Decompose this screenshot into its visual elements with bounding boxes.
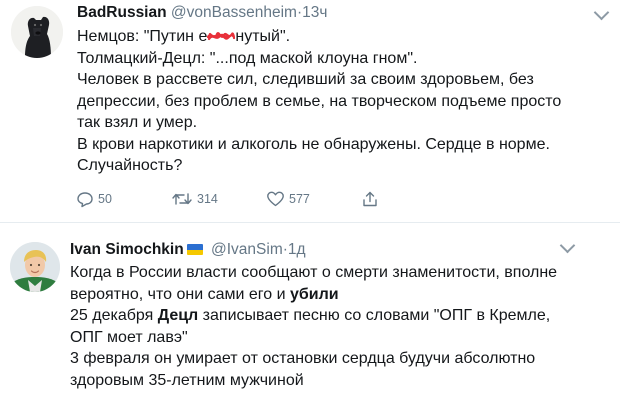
timestamp[interactable]: 13ч xyxy=(302,4,327,21)
text-fragment: нутый". xyxy=(235,28,291,45)
reply-button[interactable]: 50 xyxy=(76,190,112,208)
timestamp[interactable]: 1д xyxy=(288,241,306,258)
bold-text: убили xyxy=(289,285,339,303)
text-line: здоровым 35-летним мужчиной xyxy=(70,371,304,389)
text-line: Толмацкий-Децл: "...под маской клоуна гн… xyxy=(77,49,418,67)
avatar-dog[interactable] xyxy=(11,6,63,58)
retweet-button[interactable]: 314 xyxy=(171,190,218,208)
tweet-text: Немцов: "Путин е нутый". Толмацкий-Децл: … xyxy=(77,26,612,177)
reply-icon xyxy=(76,190,94,208)
text-line: Человек в рассвете сил, следивший за сво… xyxy=(77,71,534,88)
share-button[interactable] xyxy=(361,190,379,208)
chevron-down-icon[interactable] xyxy=(593,4,610,21)
tweet-ivan-simochkin[interactable]: Ivan Simochkin @IvanSim·1д Когда в Росси… xyxy=(0,222,620,403)
reply-count: 50 xyxy=(98,192,112,206)
author-handle[interactable]: @vonBassenheim xyxy=(171,4,297,21)
censor-scribble xyxy=(207,28,236,44)
text-line: депрессии, без проблем в семье, на творч… xyxy=(77,92,562,110)
retweet-icon xyxy=(171,190,193,208)
text-fragment: записывает песню со словами "ОПГ в Кремл… xyxy=(198,307,551,324)
text-line: Немцов: "Путин е нутый". xyxy=(77,26,612,48)
retweet-count: 314 xyxy=(197,192,218,206)
text-line: ОПГ моет лавэ" xyxy=(70,328,188,346)
text-line: Когда в России власти сообщают о смерти … xyxy=(70,264,558,281)
text-line: так взял и умер. xyxy=(77,114,198,131)
text-line: 3 февраля он умирает от остановки сердца… xyxy=(70,350,536,367)
tweet-badrussian[interactable]: BadRussian @vonBassenheim·13ч Немцов: "П… xyxy=(0,0,620,222)
text-fragment: Немцов: "Путин е xyxy=(77,28,208,45)
tweet-header: BadRussian @vonBassenheim·13ч xyxy=(77,4,327,22)
text-line: Случайность? xyxy=(77,157,183,174)
ukraine-flag-icon xyxy=(186,244,203,255)
heart-icon xyxy=(266,190,285,208)
text-line: вероятно, что они сами его и убили xyxy=(70,284,610,306)
bold-text: Децл xyxy=(157,307,199,324)
avatar-person[interactable] xyxy=(10,242,60,292)
text-line: В крови наркотики и алкоголь не обнаруже… xyxy=(77,135,550,153)
tweet-text: Когда в России власти сообщают о смерти … xyxy=(70,262,610,391)
text-line: 25 декабря Децл записывает песню со слов… xyxy=(70,305,610,327)
author-handle[interactable]: @IvanSim xyxy=(211,241,283,258)
share-icon xyxy=(361,190,379,208)
text-fragment: вероятно, что они сами его и xyxy=(70,285,290,303)
tweet-actions: 50 314 577 xyxy=(76,190,396,210)
like-count: 577 xyxy=(289,192,310,206)
like-button[interactable]: 577 xyxy=(266,190,310,208)
tweet-header: Ivan Simochkin @IvanSim·1д xyxy=(70,241,306,259)
text-fragment: 25 декабря xyxy=(70,307,158,324)
author-name[interactable]: Ivan Simochkin xyxy=(70,241,184,258)
author-name[interactable]: BadRussian xyxy=(77,4,167,21)
